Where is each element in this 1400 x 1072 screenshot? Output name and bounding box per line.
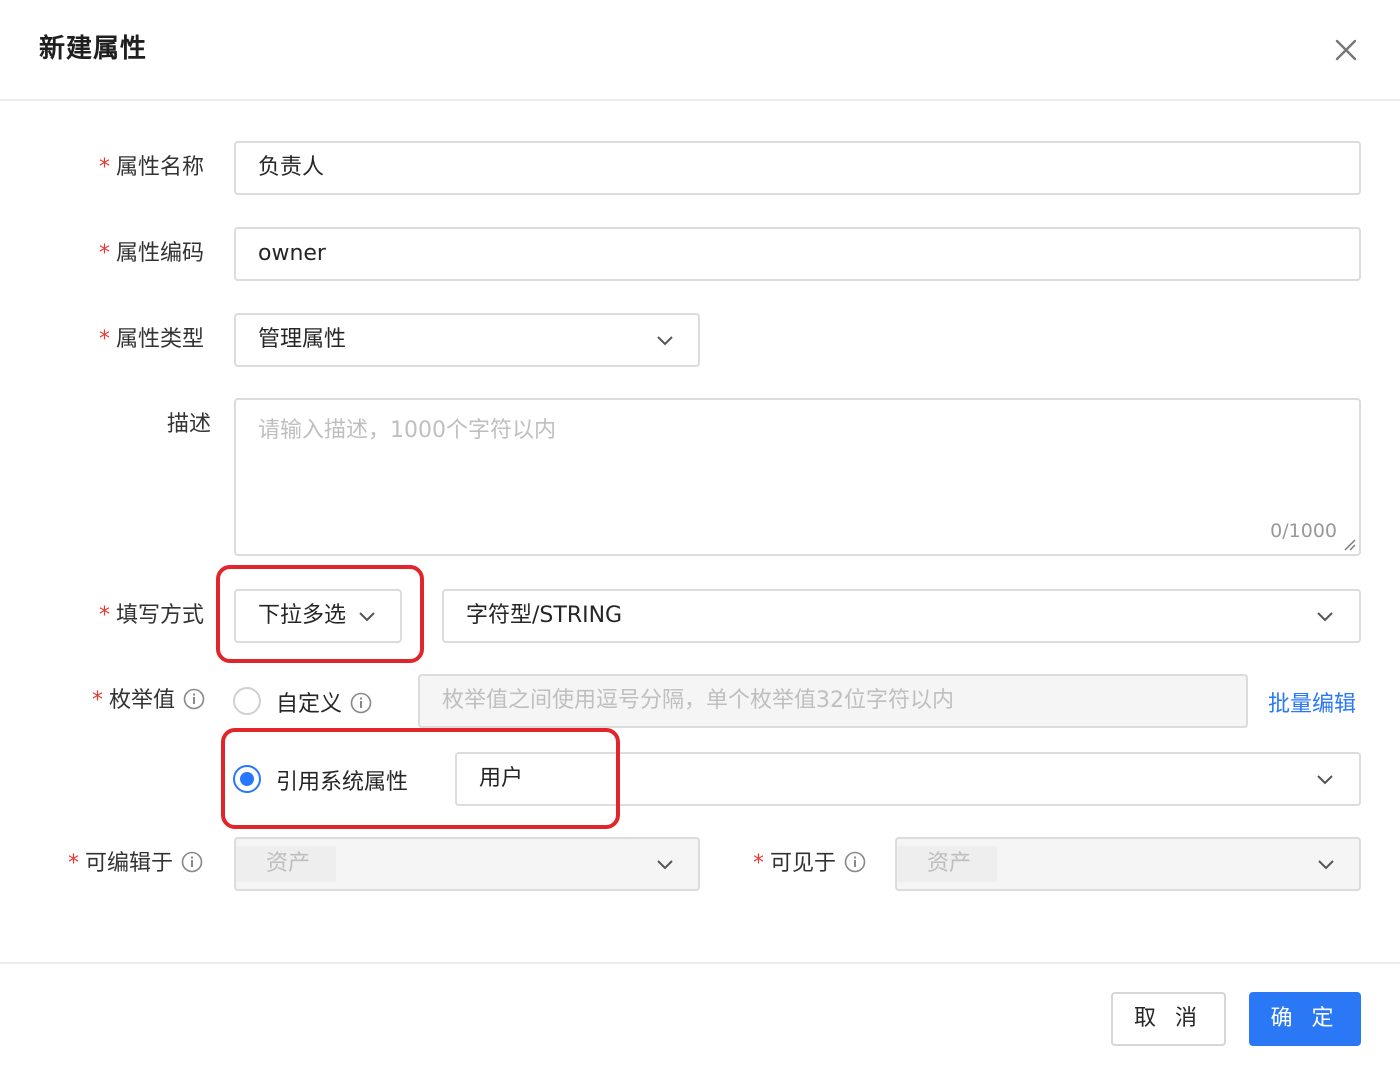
fill-mode-label: * 填写方式 xyxy=(99,589,204,643)
batch-edit-link[interactable]: 批量编辑 xyxy=(1268,686,1356,718)
highlight-fill-mode xyxy=(216,565,424,663)
cancel-button[interactable]: 取 消 xyxy=(1111,992,1226,1046)
attribute-name-value: 负责人 xyxy=(258,155,325,180)
highlight-system-attribute xyxy=(221,728,620,829)
editable-in-tag: 资产 xyxy=(236,846,337,882)
description-label-text: 描述 xyxy=(167,412,212,437)
attribute-name-label-text: 属性名称 xyxy=(116,155,205,180)
data-type-select[interactable]: 字符型/STRING xyxy=(442,589,1361,643)
editable-in-label-text: 可编辑于 xyxy=(85,851,174,876)
create-attribute-dialog: 新建属性 * 属性名称 负责人 * 属性编码 owner * 属性类型 管理属性 描述… xyxy=(0,0,1400,1072)
chevron-down-icon xyxy=(657,336,673,346)
chevron-down-icon xyxy=(1317,612,1333,622)
chevron-down-icon xyxy=(1317,775,1333,785)
attribute-code-label: * 属性编码 xyxy=(99,227,204,281)
enum-custom-label[interactable]: 自定义 xyxy=(276,686,372,718)
description-label: 描述 xyxy=(167,398,211,452)
info-icon[interactable] xyxy=(350,692,372,714)
chevron-down-icon xyxy=(657,860,673,870)
required-mark: * xyxy=(99,155,110,180)
attribute-type-label: * 属性类型 xyxy=(99,313,204,367)
data-type-value: 字符型/STRING xyxy=(466,603,623,628)
attribute-code-input[interactable]: owner xyxy=(234,227,1361,281)
close-icon[interactable] xyxy=(1326,30,1366,70)
attribute-code-label-text: 属性编码 xyxy=(116,241,205,266)
enum-custom-label-text: 自定义 xyxy=(276,692,343,717)
description-char-count: 0/1000 xyxy=(1270,520,1337,542)
dialog-title: 新建属性 xyxy=(39,34,148,64)
attribute-type-label-text: 属性类型 xyxy=(116,327,205,352)
visible-in-label-text: 可见于 xyxy=(770,851,837,876)
required-mark: * xyxy=(99,327,110,352)
visible-in-select[interactable]: 资产 xyxy=(895,837,1361,891)
dialog-footer: 取 消 确 定 xyxy=(0,962,1400,1072)
attribute-type-value: 管理属性 xyxy=(258,327,347,352)
resize-handle-icon[interactable] xyxy=(1341,536,1357,552)
required-mark: * xyxy=(92,688,103,713)
description-textarea[interactable]: 请输入描述，1000个字符以内 0/1000 xyxy=(234,398,1361,556)
required-mark: * xyxy=(99,241,110,266)
attribute-code-value: owner xyxy=(258,241,326,266)
enum-label-text: 枚举值 xyxy=(109,688,176,713)
required-mark: * xyxy=(68,851,79,876)
chevron-down-icon xyxy=(1318,860,1334,870)
attribute-type-select[interactable]: 管理属性 xyxy=(234,313,700,367)
info-icon[interactable] xyxy=(183,688,205,710)
enum-label: * 枚举值 xyxy=(92,674,205,728)
confirm-button[interactable]: 确 定 xyxy=(1249,992,1361,1046)
dialog-header: 新建属性 xyxy=(0,0,1400,101)
fill-mode-label-text: 填写方式 xyxy=(116,603,205,628)
attribute-name-input[interactable]: 负责人 xyxy=(234,141,1361,195)
editable-in-select[interactable]: 资产 xyxy=(234,837,700,891)
enum-custom-placeholder: 枚举值之间使用逗号分隔，单个枚举值32位字符以内 xyxy=(442,688,954,713)
editable-in-label: * 可编辑于 xyxy=(68,837,203,891)
description-placeholder: 请输入描述，1000个字符以内 xyxy=(258,418,556,443)
required-mark: * xyxy=(99,603,110,628)
info-icon[interactable] xyxy=(181,851,203,873)
required-mark: * xyxy=(753,851,764,876)
info-icon[interactable] xyxy=(844,851,866,873)
enum-custom-radio[interactable] xyxy=(233,687,261,715)
enum-custom-input[interactable]: 枚举值之间使用逗号分隔，单个枚举值32位字符以内 xyxy=(418,674,1248,728)
visible-in-tag: 资产 xyxy=(897,846,998,882)
visible-in-label: * 可见于 xyxy=(753,837,866,891)
attribute-name-label: * 属性名称 xyxy=(99,141,204,195)
